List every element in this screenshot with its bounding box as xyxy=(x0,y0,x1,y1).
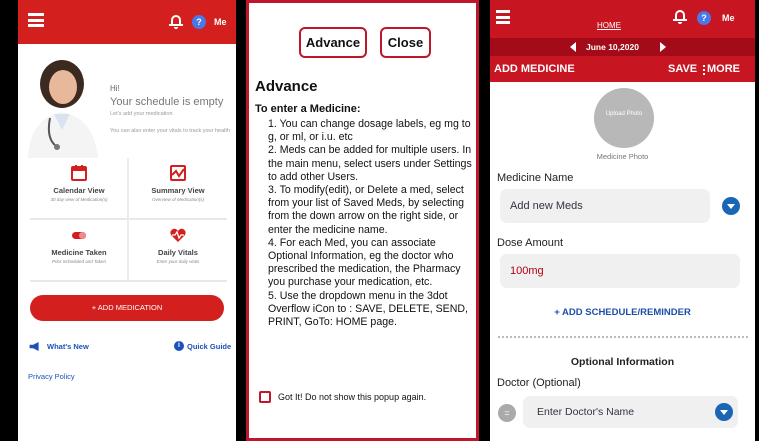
quick-guide-link[interactable]: i Quick Guide xyxy=(174,341,232,351)
tile-subtitle: Prior Scheduled and Taken xyxy=(51,259,107,264)
dont-show-again-label: Got It! Do not show this popup again. xyxy=(278,392,427,402)
bell-icon[interactable] xyxy=(169,15,183,29)
summary-view-tile[interactable]: Summary View Overview of Medication(s) xyxy=(129,158,227,220)
upload-photo-button[interactable]: Upload Photo xyxy=(594,88,654,148)
home-link[interactable]: HOME xyxy=(597,21,621,30)
top-app-bar: ? Me xyxy=(18,0,236,44)
previous-day-arrow-icon[interactable] xyxy=(570,42,576,52)
tile-subtitle: Overview of Medication(s) xyxy=(151,197,205,202)
daily-vitals-tile[interactable]: Daily Vitals Enter your daily vitals xyxy=(129,220,227,282)
current-date: June 10,2020 xyxy=(586,42,639,52)
tile-title: Summary View xyxy=(151,186,205,195)
advance-button[interactable]: Advance xyxy=(299,27,367,58)
close-button[interactable]: Close xyxy=(380,27,431,58)
home-screen: ? Me Hi! Your schedule is empty Let's ad… xyxy=(18,0,236,441)
vitals-hint: You can also enter your vitals to track … xyxy=(110,128,230,134)
menu-icon[interactable] xyxy=(496,10,510,24)
profile-button[interactable]: Me xyxy=(722,13,735,23)
save-button[interactable]: SAVE xyxy=(668,63,697,75)
doctor-name-input[interactable]: Enter Doctor's Name xyxy=(523,396,738,428)
doctor-dropdown-icon[interactable] xyxy=(715,403,733,421)
dose-amount-input[interactable]: 100mg xyxy=(500,254,740,288)
advance-help-dialog: Advance Close Advance To enter a Medicin… xyxy=(246,0,479,441)
dialog-heading: Advance xyxy=(255,78,318,95)
tile-title: Medicine Taken xyxy=(51,248,107,257)
tile-title: Daily Vitals xyxy=(158,248,198,257)
profile-button[interactable]: Me xyxy=(214,17,227,27)
medicine-name-input[interactable]: Add new Meds xyxy=(500,189,710,223)
tile-subtitle: 30 day view of Medication(s) xyxy=(50,197,108,202)
empty-state: Hi! Your schedule is empty Let's add you… xyxy=(18,44,236,158)
add-medication-button[interactable]: + ADD MEDICATION xyxy=(30,295,224,321)
tile-subtitle: Enter your daily vitals xyxy=(156,259,200,264)
medicine-taken-tile[interactable]: Medicine Taken Prior Scheduled and Taken xyxy=(30,220,128,282)
empty-title: Your schedule is empty xyxy=(110,96,224,108)
instruction-item: 1. You can change dosage labels, eg mg t… xyxy=(268,118,471,144)
add-medicine-screen: HOME ? Me June 10,2020 ADD MEDICINE SAVE… xyxy=(490,0,755,441)
doctor-illustration xyxy=(28,60,98,158)
instruction-item: 3. To modify(edit), or Delete a med, sel… xyxy=(268,184,465,236)
instruction-item: 4. For each Med, you can associate Optio… xyxy=(268,236,461,289)
next-day-arrow-icon[interactable] xyxy=(660,42,666,52)
heart-pulse-icon xyxy=(170,228,186,242)
dont-show-again-checkbox[interactable] xyxy=(259,391,271,403)
greeting: Hi! xyxy=(110,84,120,93)
instruction-item: 5. Use the dropdown menu in the 3dot Ove… xyxy=(268,289,468,329)
instructions-list: 1. You can change dosage labels, eg mg t… xyxy=(268,118,476,329)
pill-icon xyxy=(72,232,86,239)
megaphone-icon xyxy=(29,342,39,351)
summary-chart-icon xyxy=(170,165,186,181)
more-button[interactable]: MORE xyxy=(707,63,740,75)
medicine-dropdown-icon[interactable] xyxy=(722,197,740,215)
app-header: HOME ? Me June 10,2020 ADD MEDICINE SAVE… xyxy=(490,0,755,82)
whats-new-link[interactable]: What's New xyxy=(47,342,89,351)
calendar-view-tile[interactable]: Calendar View 30 day view of Medication(… xyxy=(30,158,128,220)
add-schedule-button[interactable]: + ADD SCHEDULE/REMINDER xyxy=(490,307,755,318)
instruction-item: 2. Meds can be added for multiple users.… xyxy=(268,144,472,183)
calendar-icon xyxy=(71,165,87,181)
menu-icon[interactable] xyxy=(28,13,44,27)
bell-icon[interactable] xyxy=(673,10,687,24)
doctor-label: Doctor (Optional) xyxy=(497,377,581,389)
tile-title: Calendar View xyxy=(53,186,105,195)
help-icon[interactable]: ? xyxy=(697,11,711,25)
help-icon[interactable]: ? xyxy=(192,15,206,29)
doctor-icon: = xyxy=(498,404,516,422)
overflow-menu-icon[interactable] xyxy=(703,65,706,77)
empty-subtitle: Let's add your medication xyxy=(110,111,173,117)
dose-amount-label: Dose Amount xyxy=(497,237,564,249)
feature-grid: Calendar View 30 day view of Medication(… xyxy=(30,158,227,282)
page-title: ADD MEDICINE xyxy=(494,63,575,75)
privacy-policy-link[interactable]: Privacy Policy xyxy=(28,372,75,381)
medicine-name-label: Medicine Name xyxy=(497,172,574,184)
quick-guide-label: Quick Guide xyxy=(187,342,232,351)
date-navigator: June 10,2020 xyxy=(490,38,755,56)
dialog-subheading: To enter a Medicine: xyxy=(255,103,361,115)
optional-info-heading: Optional Information xyxy=(570,356,675,368)
info-icon: i xyxy=(174,341,184,351)
section-divider xyxy=(498,336,748,338)
medicine-photo-label: Medicine Photo xyxy=(596,152,649,161)
